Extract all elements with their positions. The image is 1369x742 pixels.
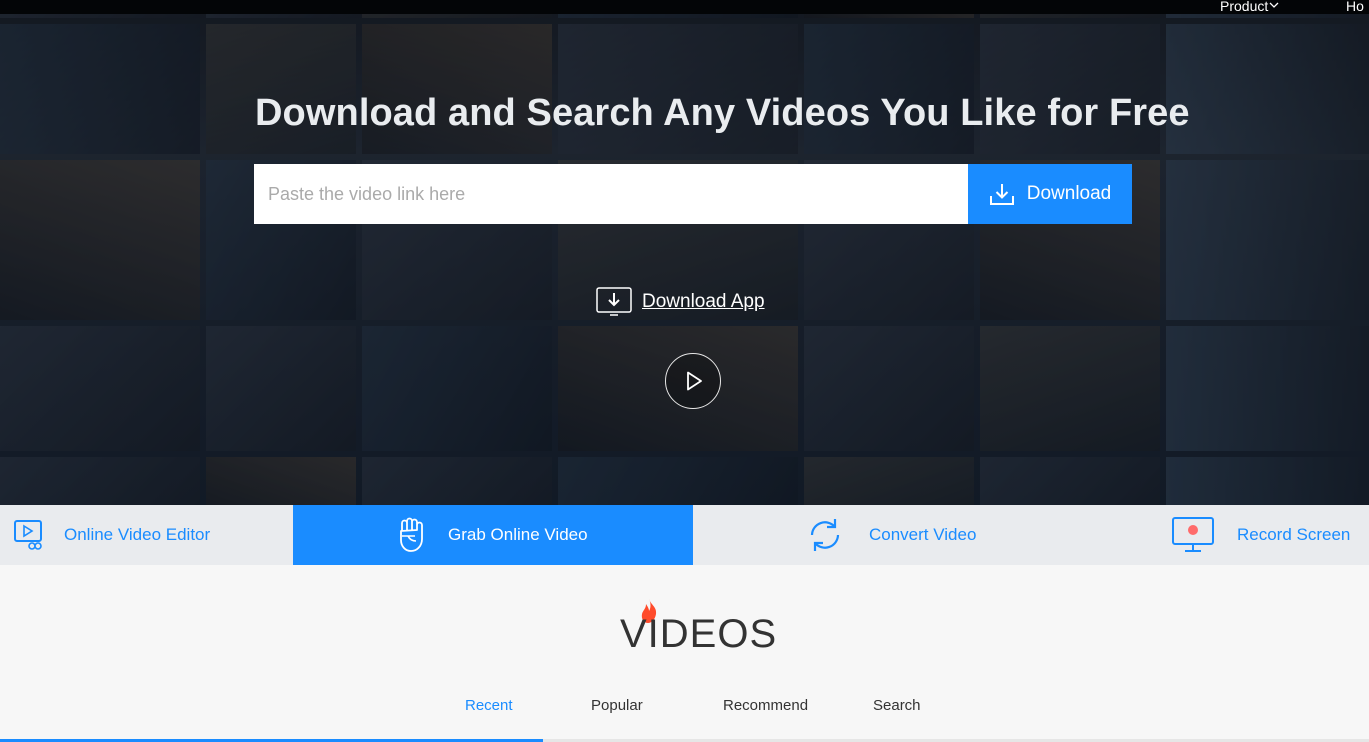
chevron-down-icon <box>1269 2 1279 8</box>
tab-online-video-editor-label: Online Video Editor <box>64 525 211 544</box>
play-icon <box>687 371 702 391</box>
record-screen-icon <box>1172 517 1214 552</box>
tab-convert-video[interactable]: Convert Video <box>693 505 1093 565</box>
grab-hand-icon <box>400 517 423 552</box>
tab-recommend[interactable]: Recommend <box>723 697 808 714</box>
download-app-link[interactable]: Download App <box>596 287 765 317</box>
tab-online-video-editor[interactable]: Online Video Editor <box>0 505 293 565</box>
tool-tab-bar: Online Video Editor Grab Online Video Co… <box>0 505 1369 565</box>
tab-recent[interactable]: Recent <box>465 697 513 714</box>
page-title: Download and Search Any Videos You Like … <box>255 92 1190 134</box>
nav-product-label: Product <box>1220 0 1269 14</box>
tab-record-screen[interactable]: Record Screen <box>1093 505 1369 565</box>
download-app-label: Download App <box>642 291 765 312</box>
videos-section-heading: VIDEOS <box>620 598 776 658</box>
tab-search[interactable]: Search <box>873 697 921 714</box>
hero-banner: Product Ho Download and Search Any Video… <box>0 0 1369 505</box>
convert-icon <box>810 519 840 551</box>
download-button[interactable]: Download <box>968 164 1132 224</box>
video-editor-icon <box>14 520 42 550</box>
video-link-input[interactable] <box>254 164 968 224</box>
top-navigation-bar <box>0 0 1369 14</box>
tab-popular[interactable]: Popular <box>591 697 643 714</box>
nav-product-menu[interactable]: Product <box>1220 0 1279 13</box>
download-app-icon <box>596 287 632 316</box>
tab-grab-online-video[interactable]: Grab Online Video <box>293 505 693 565</box>
tab-grab-online-video-label: Grab Online Video <box>448 525 588 544</box>
tab-record-screen-label: Record Screen <box>1237 525 1351 544</box>
download-icon <box>989 184 1014 205</box>
download-button-label: Download <box>1026 183 1112 204</box>
videos-heading-text: VIDEOS <box>620 612 778 656</box>
play-video-button[interactable] <box>665 353 721 409</box>
tab-convert-video-label: Convert Video <box>869 525 977 544</box>
nav-home-link[interactable]: Ho <box>1346 0 1364 13</box>
